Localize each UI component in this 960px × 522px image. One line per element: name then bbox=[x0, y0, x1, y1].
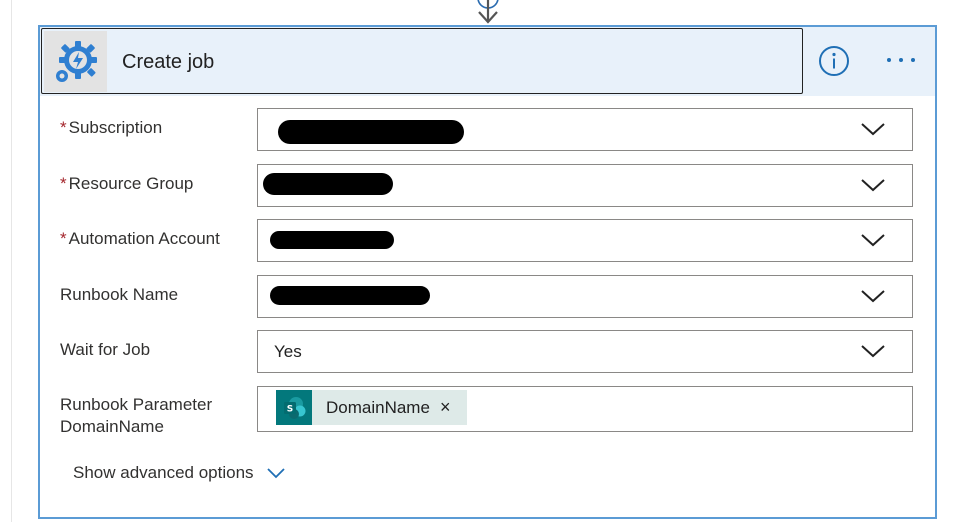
required-marker: * bbox=[60, 174, 67, 193]
required-marker: * bbox=[60, 118, 67, 137]
resource-group-dropdown[interactable] bbox=[257, 164, 913, 207]
sharepoint-icon: S bbox=[276, 390, 312, 425]
info-circle-icon[interactable] bbox=[818, 45, 850, 77]
chevron-down-icon bbox=[861, 179, 885, 192]
card-title: Create job bbox=[122, 51, 215, 73]
redacted-value bbox=[278, 120, 464, 144]
subscription-label: * Subscription bbox=[60, 117, 162, 139]
close-icon[interactable]: × bbox=[440, 397, 451, 418]
create-job-card: Create job * Subscription * Resource Group… bbox=[38, 25, 937, 519]
wait-for-job-dropdown[interactable]: Yes bbox=[257, 330, 913, 373]
card-title-bar[interactable]: Create job bbox=[41, 28, 803, 94]
chevron-down-icon bbox=[861, 345, 885, 358]
automation-account-label-text: Automation Account bbox=[68, 229, 220, 248]
resource-group-label-text: Resource Group bbox=[68, 174, 194, 193]
svg-text:S: S bbox=[287, 404, 293, 414]
ellipsis-icon[interactable] bbox=[884, 54, 918, 66]
runbook-parameter-label-line2: DomainName bbox=[60, 417, 164, 436]
resource-group-label: * Resource Group bbox=[60, 173, 193, 195]
runbook-parameter-label: Runbook Parameter DomainName bbox=[60, 394, 212, 438]
wait-for-job-label: Wait for Job bbox=[60, 340, 151, 359]
show-advanced-options-label: Show advanced options bbox=[73, 463, 254, 482]
wait-for-job-value: Yes bbox=[274, 342, 302, 361]
redacted-value bbox=[270, 231, 394, 249]
runbook-parameter-input[interactable]: S DomainName × bbox=[257, 386, 913, 432]
arrow-down-icon bbox=[477, 0, 499, 24]
automation-gear-icon bbox=[44, 31, 107, 92]
redacted-value bbox=[263, 173, 393, 195]
show-advanced-options-link[interactable]: Show advanced options bbox=[73, 463, 286, 483]
redacted-value bbox=[270, 286, 430, 305]
dynamic-content-token[interactable]: S DomainName × bbox=[276, 390, 467, 425]
left-divider bbox=[11, 0, 12, 522]
token-label: DomainName bbox=[326, 397, 430, 417]
runbook-name-dropdown[interactable] bbox=[257, 275, 913, 318]
runbook-name-label: Runbook Name bbox=[60, 285, 179, 304]
required-marker: * bbox=[60, 229, 67, 248]
subscription-dropdown[interactable] bbox=[257, 108, 913, 151]
automation-account-label: * Automation Account bbox=[60, 228, 220, 250]
chevron-down-icon bbox=[861, 290, 885, 303]
chevron-down-icon bbox=[861, 234, 885, 247]
runbook-parameter-label-line1: Runbook Parameter bbox=[60, 395, 213, 414]
chevron-down-icon bbox=[266, 468, 285, 479]
subscription-label-text: Subscription bbox=[68, 118, 163, 137]
chevron-down-icon bbox=[861, 123, 885, 136]
automation-account-dropdown[interactable] bbox=[257, 219, 913, 262]
card-header: Create job bbox=[40, 27, 935, 96]
